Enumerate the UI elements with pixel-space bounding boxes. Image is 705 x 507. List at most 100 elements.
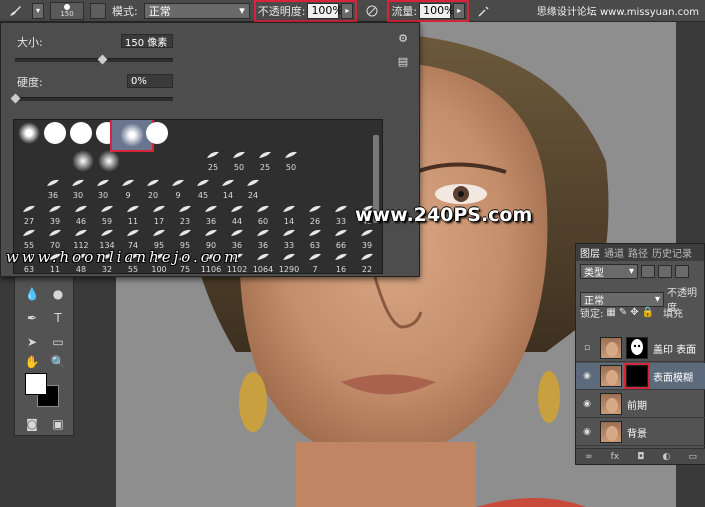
opacity-dropdown[interactable]: ▸ — [341, 2, 354, 19]
tab-channels[interactable]: 通道 — [604, 245, 624, 260]
brush-preset[interactable]: 11 — [120, 202, 146, 228]
rectangle-tool-icon[interactable]: ▭ — [49, 333, 67, 351]
eye-icon[interactable]: ◉ — [580, 427, 594, 437]
brush-preset[interactable]: 60 — [250, 202, 276, 228]
lock-pixels-icon[interactable]: ▦ — [606, 307, 615, 318]
brush-hard-round-4[interactable] — [144, 122, 170, 148]
layer-row-selected[interactable]: ◉ 表面模糊 — [576, 363, 705, 390]
flow-dropdown[interactable]: ▸ — [453, 2, 466, 19]
brush-preset-picker-button[interactable]: 150 — [50, 1, 84, 20]
link-layers-icon[interactable]: ∞ — [585, 452, 593, 462]
layer-row[interactable]: ◉ 背景 — [576, 419, 705, 446]
foreground-color-swatch[interactable] — [25, 373, 47, 395]
brush-preset[interactable]: 14 — [276, 202, 302, 228]
filter-adjust-icon[interactable] — [658, 265, 672, 278]
filter-pixel-icon[interactable] — [641, 265, 655, 278]
tab-history[interactable]: 历史记录 — [652, 245, 692, 260]
brush-preset[interactable]: 44 — [224, 202, 250, 228]
tab-paths[interactable]: 路径 — [628, 245, 648, 260]
type-tool-icon[interactable]: T — [49, 309, 67, 327]
brush-preset[interactable]: 23 — [172, 202, 198, 228]
quick-mask-icon[interactable]: ◙ — [23, 415, 41, 433]
brush-preset[interactable]: 30 — [90, 176, 116, 202]
pen-tool-icon[interactable]: ✒ — [23, 309, 41, 327]
brush-preset[interactable]: 59 — [94, 202, 120, 228]
hardness-input[interactable]: 0% — [127, 74, 173, 88]
brush-soft-round-1[interactable] — [16, 122, 42, 148]
brush-hard-round-1[interactable] — [42, 122, 68, 148]
brush-preset[interactable]: 39 — [42, 202, 68, 228]
new-group-icon[interactable]: ▭ — [688, 452, 697, 462]
layer-row[interactable]: ▫ 盖印 表面 — [576, 335, 705, 362]
lock-all-icon[interactable]: 🔒 — [642, 307, 654, 318]
gear-icon[interactable]: ⚙ — [397, 32, 409, 45]
hardness-slider-thumb[interactable] — [10, 93, 21, 104]
screen-mode-icon[interactable]: ▣ — [49, 415, 67, 433]
brush-preset[interactable]: 7 — [302, 250, 328, 273]
hand-tool-icon[interactable]: ✋ — [23, 353, 41, 371]
pressure-opacity-icon[interactable] — [361, 2, 383, 20]
brush-preset[interactable]: 36 — [198, 202, 224, 228]
layer-style-icon[interactable]: fx — [611, 452, 620, 462]
brush-preset[interactable]: 22 — [354, 250, 380, 273]
brush-preset[interactable]: 46 — [68, 202, 94, 228]
layer-filter-select[interactable]: 类型 ▾ — [580, 264, 638, 279]
hardness-slider[interactable] — [15, 97, 173, 101]
mode-select[interactable]: 正常 ▾ — [143, 2, 250, 19]
adjustment-layer-icon[interactable]: ◐ — [662, 452, 670, 462]
tab-layers[interactable]: 图层 — [580, 245, 600, 260]
brush-preset[interactable]: 50 — [278, 148, 304, 174]
eye-icon[interactable]: ◉ — [580, 399, 594, 409]
brush-preset[interactable]: 9 — [165, 176, 191, 202]
layer-name: 表面模糊 — [653, 372, 693, 384]
lock-move-icon[interactable]: ✥ — [630, 307, 638, 318]
layer-mask-thumbnail[interactable] — [624, 363, 650, 389]
brush-preset[interactable]: 66 — [328, 226, 354, 252]
burn-tool-icon[interactable]: ● — [49, 285, 67, 303]
layer-row[interactable]: ◉ 前期 — [576, 391, 705, 418]
eye-icon[interactable]: ◉ — [580, 371, 594, 381]
airbrush-icon[interactable] — [473, 2, 495, 20]
brush-preset[interactable]: 27 — [16, 202, 42, 228]
toggle-brush-panel-icon[interactable] — [90, 2, 106, 19]
brush-tool-icon[interactable] — [4, 2, 26, 20]
brush-preset[interactable]: 14 — [215, 176, 241, 202]
brush-preset[interactable]: 26 — [302, 202, 328, 228]
brush-preset[interactable]: 33 — [328, 202, 354, 228]
brush-preset[interactable]: 24 — [240, 176, 266, 202]
brush-preset[interactable]: 20 — [140, 176, 166, 202]
blur-tool-icon[interactable]: 💧 — [23, 285, 41, 303]
brush-preset[interactable]: 39 — [354, 226, 380, 252]
brush-preset[interactable]: 33 — [276, 226, 302, 252]
lock-paint-icon[interactable]: ✎ — [619, 307, 627, 318]
layer-mask-thumbnail[interactable] — [626, 337, 648, 359]
flow-input[interactable]: 100% — [419, 2, 455, 19]
brush-preset[interactable]: 36 — [40, 176, 66, 202]
brush-preset[interactable]: 1064 — [250, 250, 276, 273]
brush-soft-round-3[interactable] — [96, 150, 122, 176]
opacity-input[interactable]: 100% — [307, 2, 343, 19]
filter-type-icon[interactable] — [675, 265, 689, 278]
size-slider[interactable] — [15, 58, 173, 62]
brush-preset[interactable]: 16 — [328, 250, 354, 273]
path-select-tool-icon[interactable]: ➤ — [23, 333, 41, 351]
brush-preset[interactable]: 17 — [146, 202, 172, 228]
size-input[interactable]: 150 像素 — [121, 34, 173, 49]
brush-preset[interactable]: 50 — [226, 148, 252, 174]
brush-preset[interactable]: 1290 — [276, 250, 302, 273]
brush-preset[interactable]: 36 — [250, 226, 276, 252]
brush-preset[interactable]: 9 — [115, 176, 141, 202]
brush-preset[interactable]: 30 — [65, 176, 91, 202]
brush-preset[interactable]: 63 — [302, 226, 328, 252]
brush-preset[interactable]: 45 — [190, 176, 216, 202]
brush-hard-round-2[interactable] — [68, 122, 94, 148]
add-mask-icon[interactable]: ◘ — [637, 452, 644, 462]
size-slider-thumb[interactable] — [97, 54, 108, 65]
brush-preset[interactable]: 25 — [252, 148, 278, 174]
brush-preset[interactable]: 25 — [200, 148, 226, 174]
visibility-off-icon[interactable]: ▫ — [580, 343, 594, 353]
tool-preset-dropdown[interactable]: ▾ — [32, 2, 44, 19]
zoom-tool-icon[interactable]: 🔍 — [49, 353, 67, 371]
new-preset-icon[interactable]: ▤ — [397, 55, 409, 68]
brush-soft-round-2[interactable] — [70, 150, 96, 176]
